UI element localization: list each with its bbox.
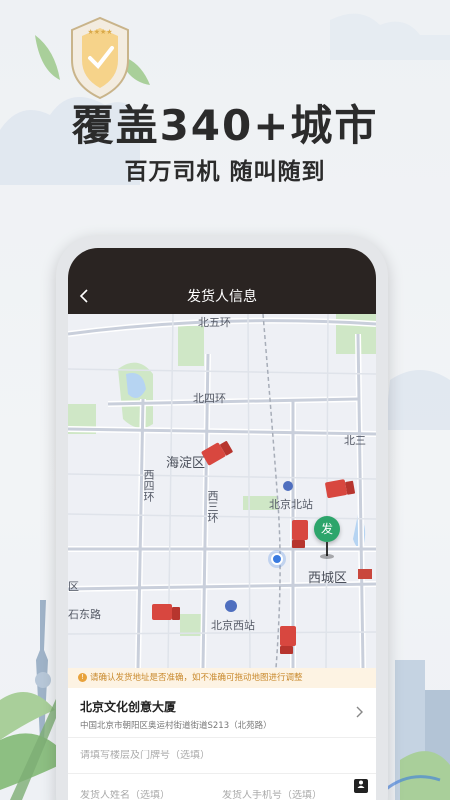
address-notice: ! 请确认发货地址是否准确，如不准确可拖动地图进行调整 [68, 668, 376, 688]
floor-number-input[interactable] [80, 750, 364, 761]
current-location-icon [271, 553, 283, 565]
map-label-beijing-north-station: 北京北站 [269, 498, 313, 511]
sender-name-input[interactable] [80, 789, 222, 800]
svg-text:★★★★: ★★★★ [87, 28, 112, 36]
sender-phone-wrap [222, 778, 368, 800]
truck-icon [292, 520, 308, 548]
map-label-north-5th-ring: 北五环 [198, 316, 231, 329]
map-label-edge-district: 区 [68, 580, 79, 593]
page-title: 发货人信息 [187, 289, 257, 305]
address-detail: 中国北京市朝阳区奥运村街道街道S213（北苑路） [80, 721, 272, 731]
phone-mockup: 发货人信息 北五环 北四环 北三 海淀区 西四环 西三环 北京北站 西城区 区 … [56, 236, 388, 800]
map-label-west-4th-ring: 西四环 [142, 469, 155, 502]
sender-name-wrap [80, 783, 222, 800]
map-label-beijing-west-station: 北京西站 [211, 619, 255, 632]
subline: 百万司机 随叫随到 [124, 159, 326, 185]
marker-shadow [320, 554, 334, 559]
contacts-icon[interactable] [354, 778, 368, 793]
map-label-north-3rd: 北三 [344, 434, 366, 447]
map-label-shidong-road: 石东路 [68, 608, 101, 621]
truck-icon [152, 604, 180, 620]
map-label-west-3rd-ring: 西三环 [206, 490, 219, 523]
info-icon: ! [78, 673, 87, 682]
pickup-marker[interactable]: 发 [314, 516, 340, 542]
truck-icon [280, 626, 296, 654]
map-view[interactable]: 北五环 北四环 北三 海淀区 西四环 西三环 北京北站 西城区 区 石东路 北京… [68, 314, 376, 668]
chevron-right-icon [356, 706, 364, 722]
contact-row [68, 774, 376, 800]
address-name: 北京文化创意大厦 [80, 700, 177, 714]
map-label-xicheng: 西城区 [308, 571, 348, 586]
floor-field-row [68, 738, 376, 774]
notice-text: 请确认发货地址是否准确，如不准确可拖动地图进行调整 [90, 673, 303, 683]
map-label-haidian: 海淀区 [166, 456, 206, 471]
headline: 覆盖340+城市 [71, 101, 379, 150]
address-selector[interactable]: 北京文化创意大厦 中国北京市朝阳区奥运村街道街道S213（北苑路） [68, 688, 376, 738]
nav-bar: 发货人信息 [68, 248, 376, 314]
map-label-north-4th-ring: 北四环 [193, 392, 226, 405]
phone-screen: 发货人信息 北五环 北四环 北三 海淀区 西四环 西三环 北京北站 西城区 区 … [68, 248, 376, 800]
sender-phone-input[interactable] [222, 789, 364, 800]
